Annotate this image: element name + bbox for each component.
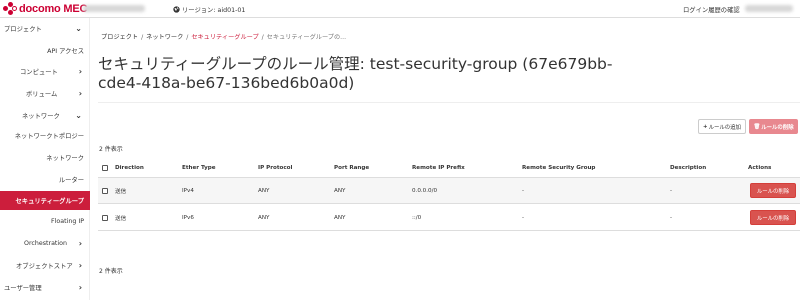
sidebar-item-label: Orchestration [24,239,67,247]
sidebar-item-security-groups[interactable]: セキュリティーグループ [0,191,90,210]
select-all-checkbox[interactable] [102,159,108,177]
logo-icon [3,2,17,16]
project-selector[interactable] [83,5,145,12]
item-count-bottom: 2 件表示 [99,268,123,275]
globe-icon [173,5,180,13]
cell-description: - [670,214,673,221]
column-header-remote-security-group[interactable]: Remote Security Group [522,159,595,177]
plus-icon: + [703,123,708,130]
column-header-remote-ip-prefix[interactable]: Remote IP Prefix [412,159,465,177]
delete-rule-button[interactable]: ルールの削除 [750,210,796,225]
sidebar-item-label: API アクセス [47,47,84,55]
column-header-description[interactable]: Description [670,159,706,177]
sidebar-item-object-store[interactable]: オブジェクトストア › [0,256,90,274]
column-header-direction[interactable]: Direction [115,159,144,177]
login-history-label: ログイン履歴の確認 [683,6,740,14]
cell-description: - [670,187,673,194]
cell-port-range: ANY [334,214,346,221]
breadcrumb: プロジェクト / ネットワーク / セキュリティーグループ / セキュリティーグ… [101,32,346,41]
sidebar-item-volume[interactable]: ボリューム › [0,84,90,102]
breadcrumb-project[interactable]: プロジェクト [101,34,138,41]
cell-remote-security-group: - [522,187,525,194]
chevron-right-icon: › [78,260,82,270]
delete-rules-button[interactable]: 🗑 ルールの削除 [749,119,798,134]
cell-ether-type: IPv4 [182,187,194,194]
title-divider [98,102,800,103]
chevron-down-icon: ⌄ [75,23,82,33]
delete-rules-label: ルールの削除 [761,124,794,131]
sidebar-item-label: プロジェクト [4,25,42,33]
sidebar: プロジェクト ⌄ API アクセス コンピュート › ボリューム › ネットワー… [0,18,90,300]
cell-remote-security-group: - [522,214,525,221]
cell-ip-protocol: ANY [258,214,270,221]
user-menu[interactable] [745,5,793,12]
sidebar-item-orchestration[interactable]: Orchestration › [0,234,90,252]
cell-ether-type: IPv6 [182,214,194,221]
breadcrumb-separator: / [186,34,189,41]
sidebar-item-network[interactable]: ネットワーク ⌄ [0,106,90,124]
region-selector[interactable]: リージョン: aid01-01 [173,3,245,15]
sidebar-item-project[interactable]: プロジェクト ⌄ [0,19,90,37]
page-title: セキュリティーグループのルール管理: test-security-group (… [98,55,613,92]
breadcrumb-security-groups[interactable]: セキュリティーグループ [191,34,258,41]
cell-ip-protocol: ANY [258,187,270,194]
delete-rule-button[interactable]: ルールの削除 [750,183,796,198]
sidebar-item-api-access[interactable]: API アクセス [0,41,90,59]
breadcrumb-current: セキュリティーグループの... [266,34,347,41]
sidebar-item-routers[interactable]: ルーター [0,170,90,188]
sidebar-item-floating-ip[interactable]: Floating IP [0,212,90,230]
checkbox-icon [102,165,108,171]
breadcrumb-network[interactable]: ネットワーク [146,34,183,41]
add-rule-label: ルールの追加 [708,124,741,131]
trash-icon: 🗑 [753,123,761,130]
chevron-down-icon: ⌄ [75,110,82,120]
sidebar-item-label: Floating IP [51,217,84,225]
logo-text: docomo MEC [19,3,88,15]
table-header: Direction Ether Type IP Protocol Port Ra… [98,159,800,178]
main-content: プロジェクト / ネットワーク / セキュリティーグループ / セキュリティーグ… [90,18,800,300]
chevron-right-icon: › [78,66,82,76]
column-header-port-range[interactable]: Port Range [334,159,369,177]
column-header-ip-protocol[interactable]: IP Protocol [258,159,292,177]
sidebar-item-label: ネットワークトポロジー [14,132,84,140]
row-checkbox[interactable] [102,178,108,203]
chevron-right-icon: › [78,282,82,292]
row-checkbox[interactable] [102,205,108,230]
cell-direction: 送信 [115,215,127,222]
sidebar-item-label: ルーター [58,176,84,184]
cell-remote-ip-prefix: 0.0.0.0/0 [412,187,438,194]
sidebar-item-label: ネットワーク [46,154,84,162]
top-header: docomo MEC リージョン: aid01-01 ログイン履歴の確認 [0,0,800,18]
sidebar-item-label: コンピュート [20,68,58,76]
docomo-mec-logo[interactable]: docomo MEC [3,2,87,16]
sidebar-item-label: ネットワーク [22,112,60,120]
item-count-top: 2 件表示 [99,146,123,153]
login-history-link[interactable]: ログイン履歴の確認 [683,3,740,15]
cell-remote-ip-prefix: ::/0 [412,214,422,221]
table-row: 送信 IPv4 ANY ANY 0.0.0.0/0 - - ルールの削除 [98,178,800,204]
sidebar-item-network-topology[interactable]: ネットワークトポロジー [0,126,90,144]
chevron-right-icon: › [78,238,82,248]
sidebar-item-label: オブジェクトストア [16,262,73,270]
sidebar-item-networks[interactable]: ネットワーク [0,148,90,166]
region-label: リージョン: aid01-01 [182,6,246,14]
chevron-right-icon: › [78,88,82,98]
breadcrumb-separator: / [141,34,144,41]
cell-direction: 送信 [115,188,127,195]
sidebar-item-label: セキュリティーグループ [15,198,84,205]
sidebar-item-label: ユーザー管理 [4,284,42,292]
add-rule-button[interactable]: + ルールの追加 [698,119,746,134]
checkbox-icon [102,214,108,221]
sidebar-item-user-management[interactable]: ユーザー管理 › [0,278,90,296]
cell-port-range: ANY [334,187,346,194]
column-header-ether-type[interactable]: Ether Type [182,159,216,177]
checkbox-icon [102,187,108,194]
breadcrumb-separator: / [261,34,264,41]
column-header-actions: Actions [748,165,772,171]
sidebar-item-label: ボリューム [26,90,58,98]
table-row: 送信 IPv6 ANY ANY ::/0 - - ルールの削除 [98,205,800,231]
sidebar-item-compute[interactable]: コンピュート › [0,62,90,80]
